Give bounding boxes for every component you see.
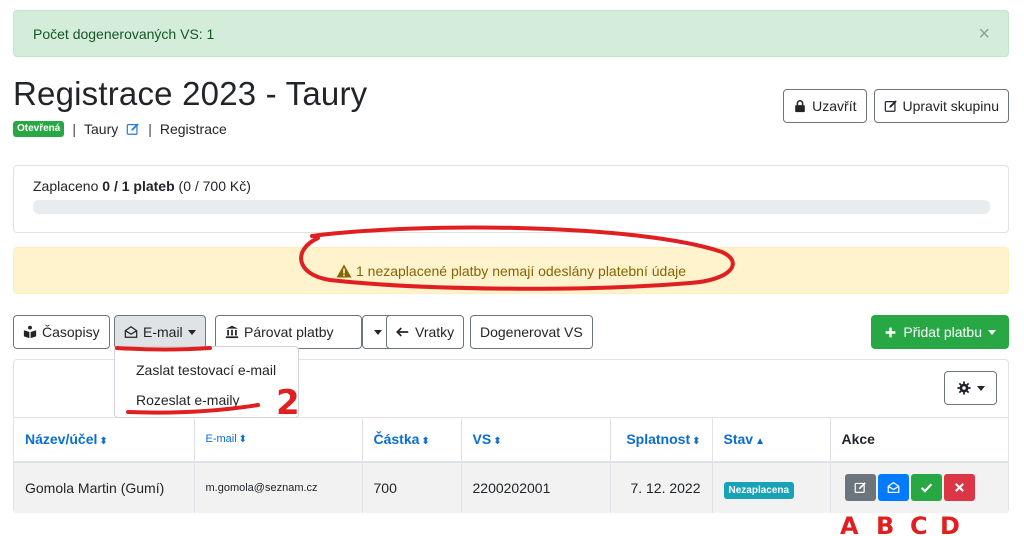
close-group-label: Uzavřít (812, 98, 857, 114)
table-row: Gomola Martin (Gumí) m.gomola@seznam.cz … (14, 461, 1008, 513)
column-header-amount[interactable]: Částka ⬍ (362, 417, 462, 463)
lock-icon (795, 100, 805, 113)
annotation-label-b: B (876, 512, 894, 536)
status-badge: Otevřená (13, 121, 65, 137)
payment-progress-card: Zaplaceno 0 / 1 plateb (0 / 700 Kč) (13, 165, 1009, 233)
chevron-down-icon (976, 385, 985, 391)
group-name: Taury (84, 121, 119, 137)
email-dropdown-button[interactable]: E-mail (114, 315, 206, 349)
gear-icon (956, 381, 971, 395)
alert-text: Počet dogenerovaných VS: 1 (33, 25, 215, 42)
success-alert: Počet dogenerovaných VS: 1 × (13, 10, 1009, 57)
cell-amount: 700 (362, 461, 462, 513)
cell-name: Gomola Martin (Gumí) (14, 461, 195, 513)
status-badge: Nezaplacena (723, 481, 795, 499)
header-actions: Uzavřít Upravit skupinu (783, 89, 1009, 123)
chevron-down-icon (374, 329, 382, 335)
close-icon[interactable]: × (978, 24, 990, 44)
warning-alert: 1 nezaplacené platby nemají odeslány pla… (13, 247, 1009, 294)
column-header-due[interactable]: Splatnost ⬍ (610, 417, 713, 463)
warning-icon (336, 264, 352, 277)
table-settings-button[interactable] (944, 371, 997, 405)
close-group-button[interactable]: Uzavřít (783, 89, 867, 123)
plus-icon (886, 327, 896, 337)
chevron-down-icon (988, 329, 996, 335)
cell-status: Nezaplacena (712, 461, 831, 513)
column-header-status[interactable]: Stav ▲ (712, 417, 831, 463)
payment-count: 0 / 1 plateb (102, 178, 175, 194)
page-title: Registrace 2023 - Taury (13, 75, 368, 112)
envelope-open-icon (887, 481, 899, 493)
cell-vs: 2200202001 (461, 461, 611, 513)
column-header-name[interactable]: Název/účel ⬍ (14, 417, 195, 463)
table-header-row: Název/účel ⬍ E-mail ⬍ Částka ⬍ VS ⬍ Splatnos… (14, 417, 1008, 463)
refunds-button[interactable]: Vratky (386, 315, 465, 349)
column-header-email[interactable]: E-mail ⬍ (194, 417, 363, 463)
edit-icon (884, 100, 897, 112)
envelope-open-icon (124, 326, 138, 338)
toolbar: Časopisy E-mail Párovat platby Vratky Do… (13, 315, 1009, 349)
add-payment-button[interactable]: Přidat platbu (871, 315, 1009, 349)
chevron-down-icon (187, 329, 196, 335)
separator: | (148, 121, 152, 137)
send-emails-item[interactable]: Rozeslat e-maily (115, 385, 298, 415)
payments-table: Název/účel ⬍ E-mail ⬍ Částka ⬍ VS ⬍ Splatnos… (14, 417, 1008, 513)
cell-actions (830, 461, 1008, 513)
book-reader-icon (23, 325, 37, 339)
progress-bar (33, 200, 990, 214)
mark-paid-button[interactable] (910, 474, 942, 501)
column-header-vs[interactable]: VS ⬍ (461, 417, 611, 463)
column-header-actions: Akce (830, 417, 1008, 463)
edit-group-button[interactable]: Upravit skupinu (873, 89, 1009, 123)
journals-button[interactable]: Časopisy (13, 315, 110, 349)
check-icon (920, 483, 932, 493)
payment-summary: Zaplaceno 0 / 1 plateb (0 / 700 Kč) (33, 178, 251, 194)
annotation-label-a: A (840, 512, 859, 536)
separator: | (72, 121, 76, 137)
annotation-label-d: D (940, 512, 960, 536)
group-meta: Otevřená | Taury | Registrace (13, 121, 227, 137)
warning-text: 1 nezaplacené platby nemají odeslány pla… (355, 262, 687, 279)
generate-vs-button[interactable]: Dogenerovat VS (470, 315, 593, 349)
send-test-email-item[interactable]: Zaslat testovací e-mail (115, 355, 298, 385)
page: Počet dogenerovaných VS: 1 × Registrace … (13, 10, 1009, 513)
send-email-button[interactable] (877, 474, 909, 501)
cell-due: 7. 12. 2022 (610, 461, 713, 513)
cell-email: m.gomola@seznam.cz (194, 461, 363, 513)
close-icon (954, 483, 964, 492)
bank-icon (225, 325, 239, 339)
edit-icon[interactable] (126, 122, 140, 136)
edit-group-label: Upravit skupinu (902, 98, 1000, 114)
email-dropdown-menu: Zaslat testovací e-mail Rozeslat e-maily (114, 346, 299, 418)
edit-icon (854, 482, 866, 493)
annotation-label-c: C (910, 512, 928, 536)
cancel-payment-button[interactable] (943, 474, 975, 501)
edit-payment-button[interactable] (844, 474, 876, 501)
page-header: Registrace 2023 - Taury Otevřená | Taury… (13, 57, 1009, 143)
payment-amount: (0 / 700 Kč) (178, 178, 251, 194)
pair-payments-button[interactable]: Párovat platby (215, 315, 362, 349)
arrow-left-icon (396, 327, 409, 337)
category-name: Registrace (159, 121, 227, 137)
